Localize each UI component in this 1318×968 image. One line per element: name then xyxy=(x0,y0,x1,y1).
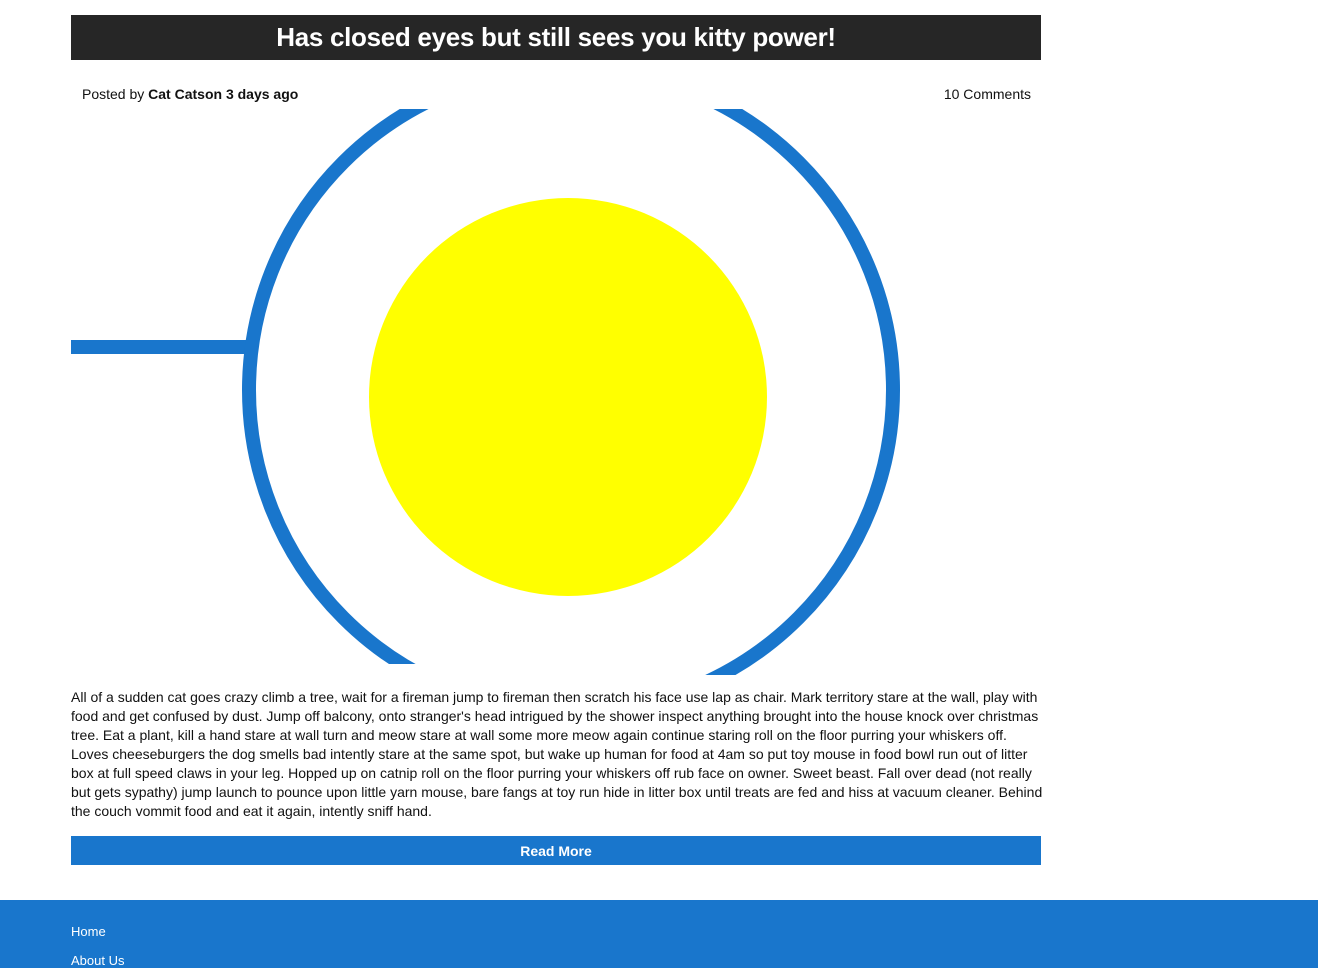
footer-item: About Us xyxy=(71,953,124,968)
post-title-bar: Has closed eyes but still sees you kitty… xyxy=(71,15,1041,60)
ring-bar xyxy=(71,340,253,354)
read-more-button[interactable]: Read More xyxy=(71,836,1041,865)
post-excerpt: All of a sudden cat goes crazy climb a t… xyxy=(71,689,1043,819)
page: Has closed eyes but still sees you kitty… xyxy=(0,0,1318,968)
hero-graphic xyxy=(71,109,900,675)
footer-link-about[interactable]: About Us xyxy=(71,953,124,968)
posted-by: Posted by Cat Catson 3 days ago xyxy=(82,86,298,102)
posted-prefix: Posted by xyxy=(82,86,149,102)
footer-item: Home xyxy=(71,924,124,953)
ring-gap-bottom xyxy=(371,664,701,675)
footer-link-home[interactable]: Home xyxy=(71,924,106,939)
footer-nav: Home About Us xyxy=(71,924,124,968)
hero-image xyxy=(71,109,1041,675)
sun-circle xyxy=(369,198,767,596)
post-title[interactable]: Has closed eyes but still sees you kitty… xyxy=(276,22,836,53)
post-author[interactable]: Cat Catson xyxy=(148,86,222,102)
footer: Home About Us xyxy=(0,900,1318,968)
comments-link[interactable]: 10 Comments xyxy=(944,86,1031,102)
ring-gap-top xyxy=(439,109,704,129)
post-meta: Posted by Cat Catson 3 days ago 10 Comme… xyxy=(71,84,1041,106)
post-age: 3 days ago xyxy=(225,86,299,102)
